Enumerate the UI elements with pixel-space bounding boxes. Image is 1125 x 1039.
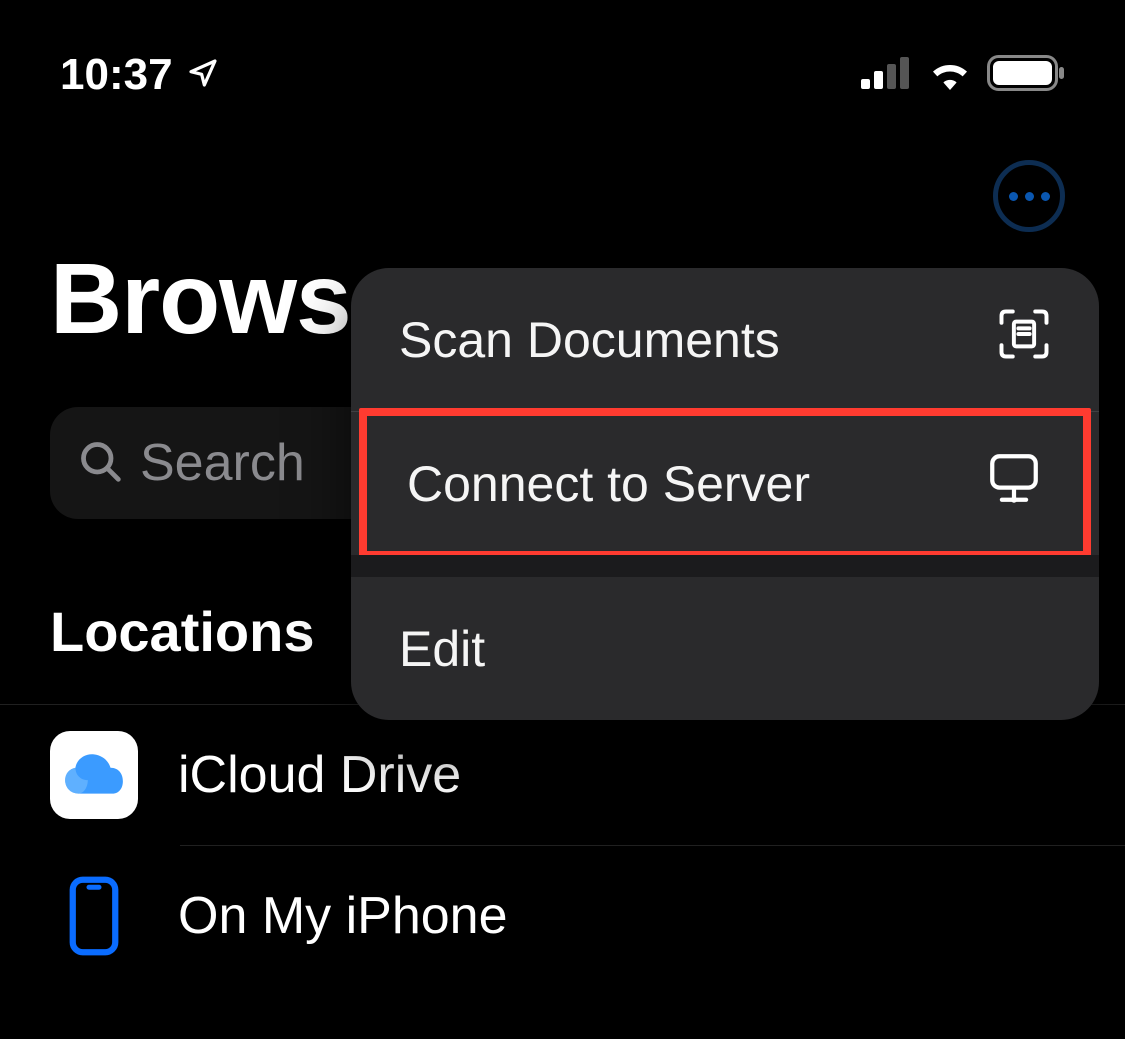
location-label: On My iPhone [178,886,508,946]
server-monitor-icon [985,449,1043,519]
menu-item-label: Edit [399,620,485,678]
status-time: 10:37 [60,50,173,100]
ellipsis-icon [1009,192,1018,201]
highlighted-menu-item: Connect to Server [359,408,1091,559]
search-icon [78,439,122,488]
iphone-icon [50,872,138,960]
location-arrow-icon [187,50,219,100]
menu-item-scan-documents[interactable]: Scan Documents [351,268,1099,411]
cellular-signal-icon [861,57,913,94]
status-right [861,55,1065,96]
scan-document-icon [997,307,1051,373]
locations-list: iCloud Drive On My iPhone [0,704,1125,986]
more-options-menu: Scan Documents Connect to Server [351,268,1099,720]
location-item-iphone[interactable]: On My iPhone [0,846,1125,986]
more-options-button[interactable] [993,160,1065,232]
menu-item-label: Scan Documents [399,311,780,369]
icloud-icon [50,731,138,819]
battery-icon [987,55,1065,96]
menu-item-connect-to-server[interactable]: Connect to Server [367,416,1083,551]
menu-item-label: Connect to Server [407,455,810,513]
menu-separator [351,555,1099,577]
status-left: 10:37 [60,50,219,100]
location-item-icloud[interactable]: iCloud Drive [0,705,1125,845]
location-label: iCloud Drive [178,745,461,805]
wifi-icon [927,56,973,95]
status-bar: 10:37 [0,0,1125,120]
menu-item-edit[interactable]: Edit [351,577,1099,720]
